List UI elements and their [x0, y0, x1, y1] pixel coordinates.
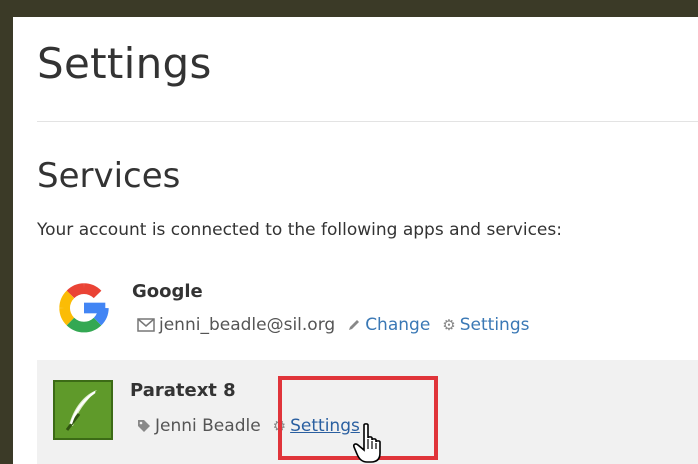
account-email: jenni_beadle@sil.org [159, 315, 336, 335]
google-settings-link[interactable]: ⚙ Settings [442, 315, 529, 335]
service-name: Paratext 8 [130, 380, 236, 401]
hand-cursor-icon [353, 423, 381, 463]
settings-link-label[interactable]: Settings [460, 315, 530, 335]
service-google: Google jenni_beadle@sil.org Change ⚙ Set… [37, 267, 698, 357]
section-title-services: Services [37, 156, 181, 196]
pencil-icon [349, 320, 360, 330]
service-meta: jenni_beadle@sil.org Change ⚙ Settings [137, 315, 529, 335]
page-title: Settings [37, 39, 212, 88]
divider [37, 121, 698, 122]
gear-icon: ⚙ [442, 316, 456, 334]
window-frame-top [0, 0, 698, 17]
google-logo-icon [59, 283, 109, 333]
window-frame-left [0, 0, 13, 464]
account-name: Jenni Beadle [155, 416, 261, 436]
paratext-quill-icon [53, 380, 113, 440]
change-link[interactable]: Change [347, 315, 430, 335]
service-name: Google [132, 281, 203, 302]
envelope-icon [137, 318, 155, 332]
services-intro-text: Your account is connected to the followi… [37, 220, 562, 240]
change-link-label[interactable]: Change [365, 315, 430, 335]
tag-icon [138, 420, 150, 432]
